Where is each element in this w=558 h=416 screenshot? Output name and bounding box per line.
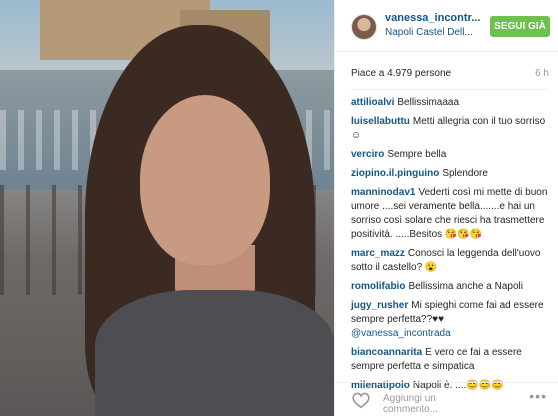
comments-list: attilioalvi Bellissimaaaa luisellabuttu Me… (351, 96, 551, 398)
comment-mention[interactable]: @vanessa_incontrada (351, 328, 451, 339)
comment: jugy_rusher Mi spieghi come fai ad essere… (351, 299, 551, 341)
comment-text: Bellissima anche a Napoli (408, 281, 523, 292)
post-stats: Piace a 4.979 persone 6 h (335, 52, 558, 90)
comment-username[interactable]: biancoannarita (351, 347, 422, 358)
divider (351, 89, 548, 90)
post-side-panel: vanessa_incontr... Napoli Castel Dell...… (334, 0, 558, 416)
following-button[interactable]: SEGUI GIÀ (490, 16, 550, 37)
comment-footer: Aggiungi un commento... ••• (335, 382, 558, 416)
comment-username[interactable]: marc_mazz (351, 248, 405, 259)
comment-username[interactable]: ziopino.il.pinguino (351, 168, 439, 179)
photo-shirt (95, 290, 334, 416)
comment-username[interactable]: manninodav1 (351, 187, 415, 198)
photo-face (140, 95, 270, 265)
comment-username[interactable]: romolifabio (351, 281, 405, 292)
avatar[interactable] (351, 14, 377, 40)
comment-text: Sempre bella (387, 149, 447, 160)
comment: marc_mazz Conosci la leggenda dell'uovo s… (351, 247, 551, 275)
comment-text: Splendore (442, 168, 488, 179)
heart-outline-icon[interactable] (351, 391, 371, 409)
comment-text: Bellissimaaaa (397, 97, 460, 108)
comment: manninodav1 Vederti così mi mette di buon… (351, 186, 551, 242)
comment-username[interactable]: verciro (351, 149, 384, 160)
post-time[interactable]: 6 h (535, 68, 549, 79)
comment-username[interactable]: jugy_rusher (351, 300, 408, 311)
post-photo[interactable] (0, 0, 334, 416)
comment: attilioalvi Bellissimaaaa (351, 96, 551, 110)
comment: ziopino.il.pinguino Splendore (351, 167, 551, 181)
comment-username[interactable]: luisellabuttu (351, 116, 410, 127)
comment: biancoannarita E vero ce fai a essere sem… (351, 346, 551, 374)
comment: romolifabio Bellissima anche a Napoli (351, 280, 551, 294)
more-options-icon[interactable]: ••• (529, 388, 547, 404)
post-location[interactable]: Napoli Castel Dell... (385, 27, 493, 38)
post-header: vanessa_incontr... Napoli Castel Dell...… (335, 0, 558, 52)
comment: luisellabuttu Metti allegria con il tuo s… (351, 115, 551, 143)
likes-count[interactable]: Piace a 4.979 persone (351, 68, 451, 79)
comment-username[interactable]: attilioalvi (351, 97, 394, 108)
post-username[interactable]: vanessa_incontr... (385, 12, 493, 24)
add-comment-input[interactable]: Aggiungi un commento... (383, 393, 493, 415)
comment: verciro Sempre bella (351, 148, 551, 162)
